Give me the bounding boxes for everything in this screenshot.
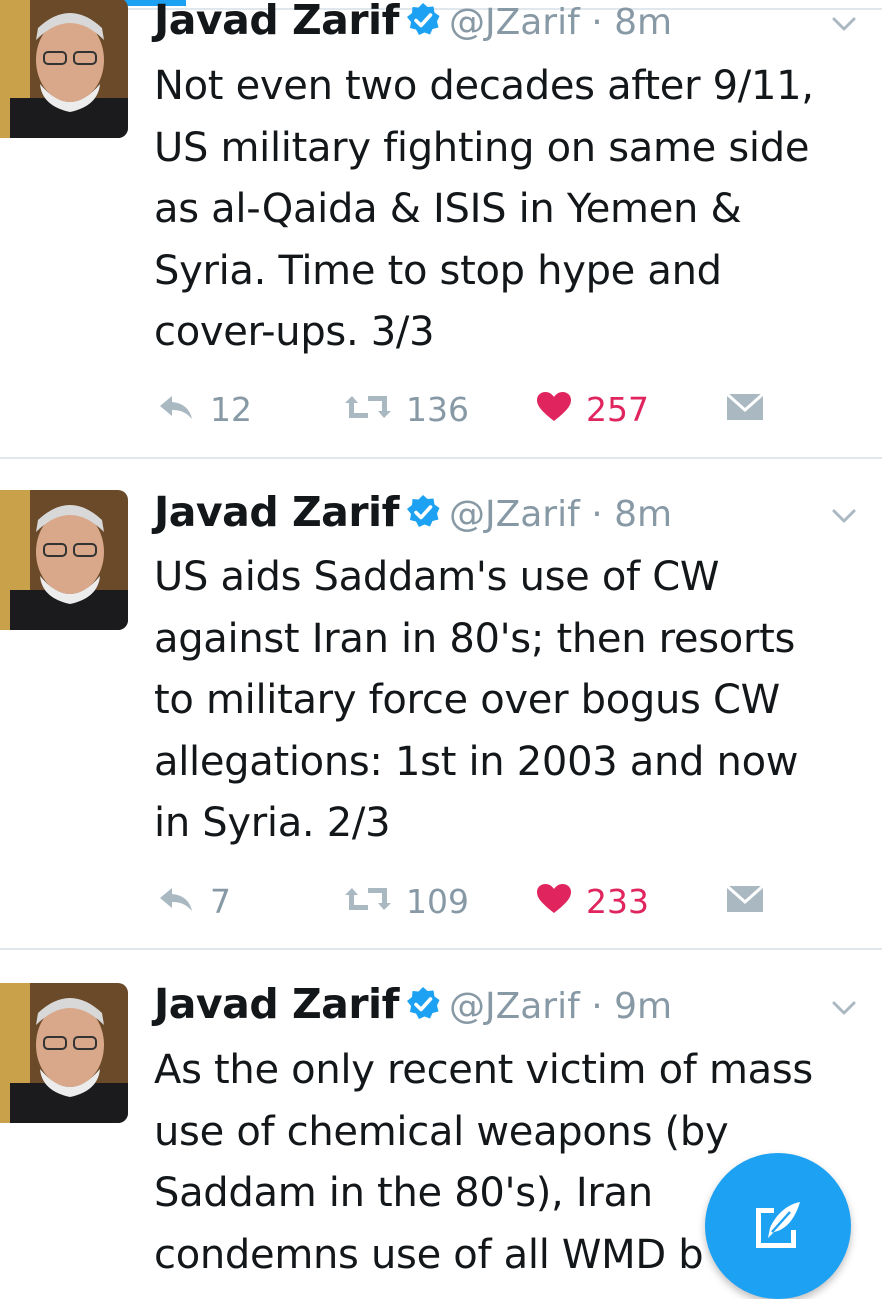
separator: · bbox=[579, 494, 615, 535]
retweet-button[interactable]: 136 bbox=[344, 384, 469, 434]
tweet-text-line: US military fighting on same side bbox=[154, 124, 810, 171]
like-count: 233 bbox=[586, 881, 649, 921]
avatar[interactable] bbox=[0, 0, 128, 138]
tweet-text-line: As the only recent victim of mass bbox=[154, 1047, 813, 1093]
reply-count: 7 bbox=[210, 881, 231, 921]
timestamp[interactable]: 9m bbox=[614, 986, 672, 1027]
like-button[interactable]: 233 bbox=[536, 876, 649, 926]
retweet-icon bbox=[344, 884, 392, 918]
separator: · bbox=[579, 2, 615, 43]
verified-badge-icon bbox=[405, 986, 441, 1047]
compose-tweet-icon bbox=[756, 1202, 800, 1248]
chevron-down-icon[interactable] bbox=[826, 498, 862, 534]
tweet-actions: 12 136 257 bbox=[156, 384, 796, 434]
retweet-count: 109 bbox=[406, 881, 469, 921]
author-handle[interactable]: @JZarif bbox=[449, 494, 580, 535]
tweet-text: US aids Saddam's use of CW against Iran … bbox=[154, 547, 854, 855]
tweet-text-line: use of chemical weapons (by bbox=[154, 1108, 729, 1155]
heart-icon bbox=[536, 883, 572, 919]
tweet-text-line: as al-Qaida & ISIS in Yemen & bbox=[154, 186, 742, 232]
tweet-text-line: cover-ups. 3/3 bbox=[154, 309, 435, 355]
like-count: 257 bbox=[586, 389, 649, 429]
reply-count: 12 bbox=[210, 389, 252, 429]
retweet-icon bbox=[344, 392, 392, 426]
direct-message-button[interactable] bbox=[726, 384, 764, 434]
avatar[interactable] bbox=[0, 983, 128, 1123]
chevron-down-icon[interactable] bbox=[826, 990, 862, 1026]
verified-badge-icon bbox=[405, 2, 441, 63]
author-name[interactable]: Javad Zarif bbox=[154, 0, 399, 44]
tweet-header: Javad Zarif @JZarif · 9m bbox=[154, 974, 794, 1034]
tweet-text-line: Syria. Time to stop hype and bbox=[154, 247, 722, 294]
author-name[interactable]: Javad Zarif bbox=[154, 488, 399, 536]
tweet-text: Not even two decades after 9/11, US mili… bbox=[154, 56, 854, 364]
tweet-item[interactable]: Javad Zarif @JZarif · 8m Not even two dec… bbox=[0, 0, 882, 459]
tweet-text-line: against Iran in 80's; then resorts bbox=[154, 615, 796, 662]
timestamp[interactable]: 8m bbox=[614, 494, 672, 535]
retweet-button[interactable]: 109 bbox=[344, 876, 469, 926]
tweet-text-line: US aids Saddam's use of CW bbox=[154, 554, 720, 600]
tweet-text-line: in Syria. 2/3 bbox=[154, 800, 391, 846]
author-handle[interactable]: @JZarif bbox=[449, 986, 580, 1027]
chevron-down-icon[interactable] bbox=[826, 6, 862, 42]
like-button[interactable]: 257 bbox=[536, 384, 649, 434]
separator: · bbox=[579, 986, 615, 1027]
direct-message-button[interactable] bbox=[726, 876, 764, 926]
tweet-text-line: allegations: 1st in 2003 and now bbox=[154, 738, 799, 785]
compose-tweet-button[interactable] bbox=[705, 1153, 851, 1299]
timestamp[interactable]: 8m bbox=[614, 2, 672, 43]
tweet-actions: 7 109 233 bbox=[156, 876, 796, 926]
retweet-count: 136 bbox=[406, 389, 469, 429]
reply-button[interactable]: 12 bbox=[156, 384, 252, 434]
verified-badge-icon bbox=[405, 494, 441, 555]
heart-icon bbox=[536, 391, 572, 427]
tweet-header: Javad Zarif @JZarif · 8m bbox=[154, 0, 794, 50]
reply-button[interactable]: 7 bbox=[156, 876, 231, 926]
author-handle[interactable]: @JZarif bbox=[449, 2, 580, 43]
reply-icon bbox=[156, 884, 196, 918]
tweet-header: Javad Zarif @JZarif · 8m bbox=[154, 482, 794, 542]
envelope-icon bbox=[726, 392, 764, 426]
avatar[interactable] bbox=[0, 490, 128, 630]
envelope-icon bbox=[726, 884, 764, 918]
tweet-text-line: Not even two decades after 9/11, bbox=[154, 63, 814, 109]
tweet-text-line: to military force over bogus CW bbox=[154, 677, 780, 723]
tweet-item[interactable]: Javad Zarif @JZarif · 8m US aids Saddam's… bbox=[0, 457, 882, 950]
reply-icon bbox=[156, 392, 196, 426]
author-name[interactable]: Javad Zarif bbox=[154, 980, 399, 1028]
